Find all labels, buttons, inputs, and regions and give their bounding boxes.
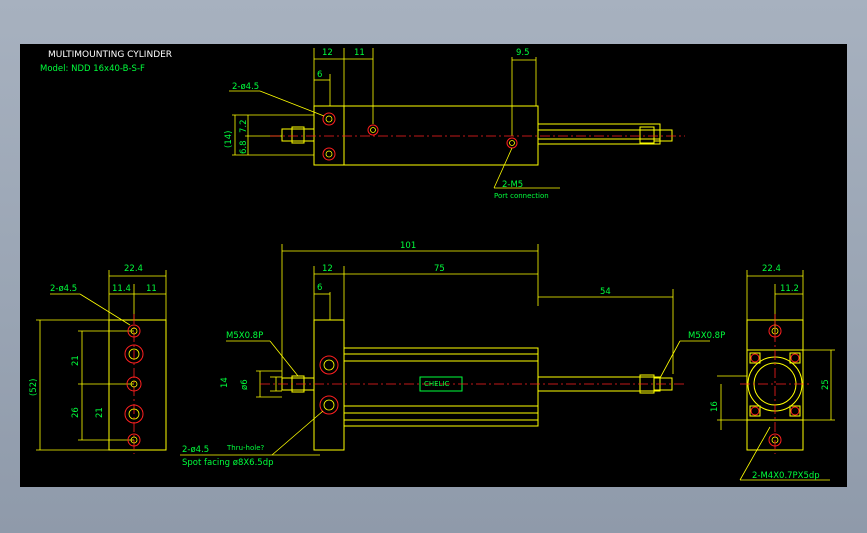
top-dim-6: 6 (317, 70, 322, 80)
top-dim-14: (14) (224, 131, 234, 148)
right-dim-22-4: 22.4 (762, 264, 781, 274)
front-dim-14: 14 (220, 377, 230, 388)
front-dim-6: ø6 (240, 379, 250, 390)
front-view: 101 12 75 6 54 M5X0.8P M5X0.8P 14 ø6 2-ø… (180, 241, 725, 468)
model-label: Model: NDD 16x40-B-S-F (40, 64, 145, 74)
front-hole-thru: Thru-hole? (226, 444, 265, 452)
left-dim-22-4: 22.4 (124, 264, 143, 274)
left-hole-callout: 2-ø4.5 (50, 284, 77, 294)
front-spot-facing: Spot facing ø8X6.5dp (182, 458, 274, 468)
right-dim-25: 25 (821, 379, 831, 390)
front-thread-left: M5X0.8P (226, 331, 263, 341)
top-port-callout: 2-M5 (502, 180, 523, 190)
front-hole-callout: 2-ø4.5 (182, 445, 209, 455)
front-dim-54: 54 (600, 287, 611, 297)
right-view: 22.4 11.2 25 16 2-M4X0.7PX5dp (710, 264, 835, 481)
front-thread-right: M5X0.8P (688, 331, 725, 341)
right-dim-11-2: 11.2 (780, 284, 799, 294)
drawing-title: MULTIMOUNTING CYLINDER (48, 50, 172, 60)
left-dim-11: 11 (146, 284, 157, 294)
top-port-note: Port connection (494, 192, 549, 200)
left-dim-21: 21 (71, 355, 81, 366)
right-dim-16: 16 (710, 401, 720, 412)
top-dim-9-5: 9.5 (516, 48, 530, 58)
left-dim-11-4: 11.4 (112, 284, 131, 294)
cad-viewport[interactable]: MULTIMOUNTING CYLINDER Model: NDD 16x40-… (20, 44, 847, 487)
front-dim-101: 101 (400, 241, 416, 251)
top-dim-6-8: 6.8 (239, 140, 249, 154)
top-dim-12: 12 (322, 48, 333, 58)
left-view: 22.4 11.4 11 2-ø4.5 (52) 21 26 21 (29, 264, 167, 454)
top-dim-7-2: 7.2 (239, 119, 249, 133)
top-view: 12 11 6 9.5 2-ø4.5 (14) 7.2 6.8 2-M5 Por… (224, 48, 685, 200)
left-dim-26: 26 (71, 407, 81, 418)
right-tap-callout: 2-M4X0.7PX5dp (752, 471, 820, 481)
front-dim-12: 12 (322, 264, 333, 274)
drawing-canvas: MULTIMOUNTING CYLINDER Model: NDD 16x40-… (29, 48, 835, 481)
front-dim-75: 75 (434, 264, 445, 274)
top-hole-callout: 2-ø4.5 (232, 82, 259, 92)
left-dim-52: (52) (29, 379, 39, 396)
brand-label: CHELIC (424, 380, 450, 388)
top-dim-11: 11 (354, 48, 365, 58)
left-dim-21b: 21 (95, 407, 105, 418)
front-dim-6: 6 (317, 283, 322, 293)
